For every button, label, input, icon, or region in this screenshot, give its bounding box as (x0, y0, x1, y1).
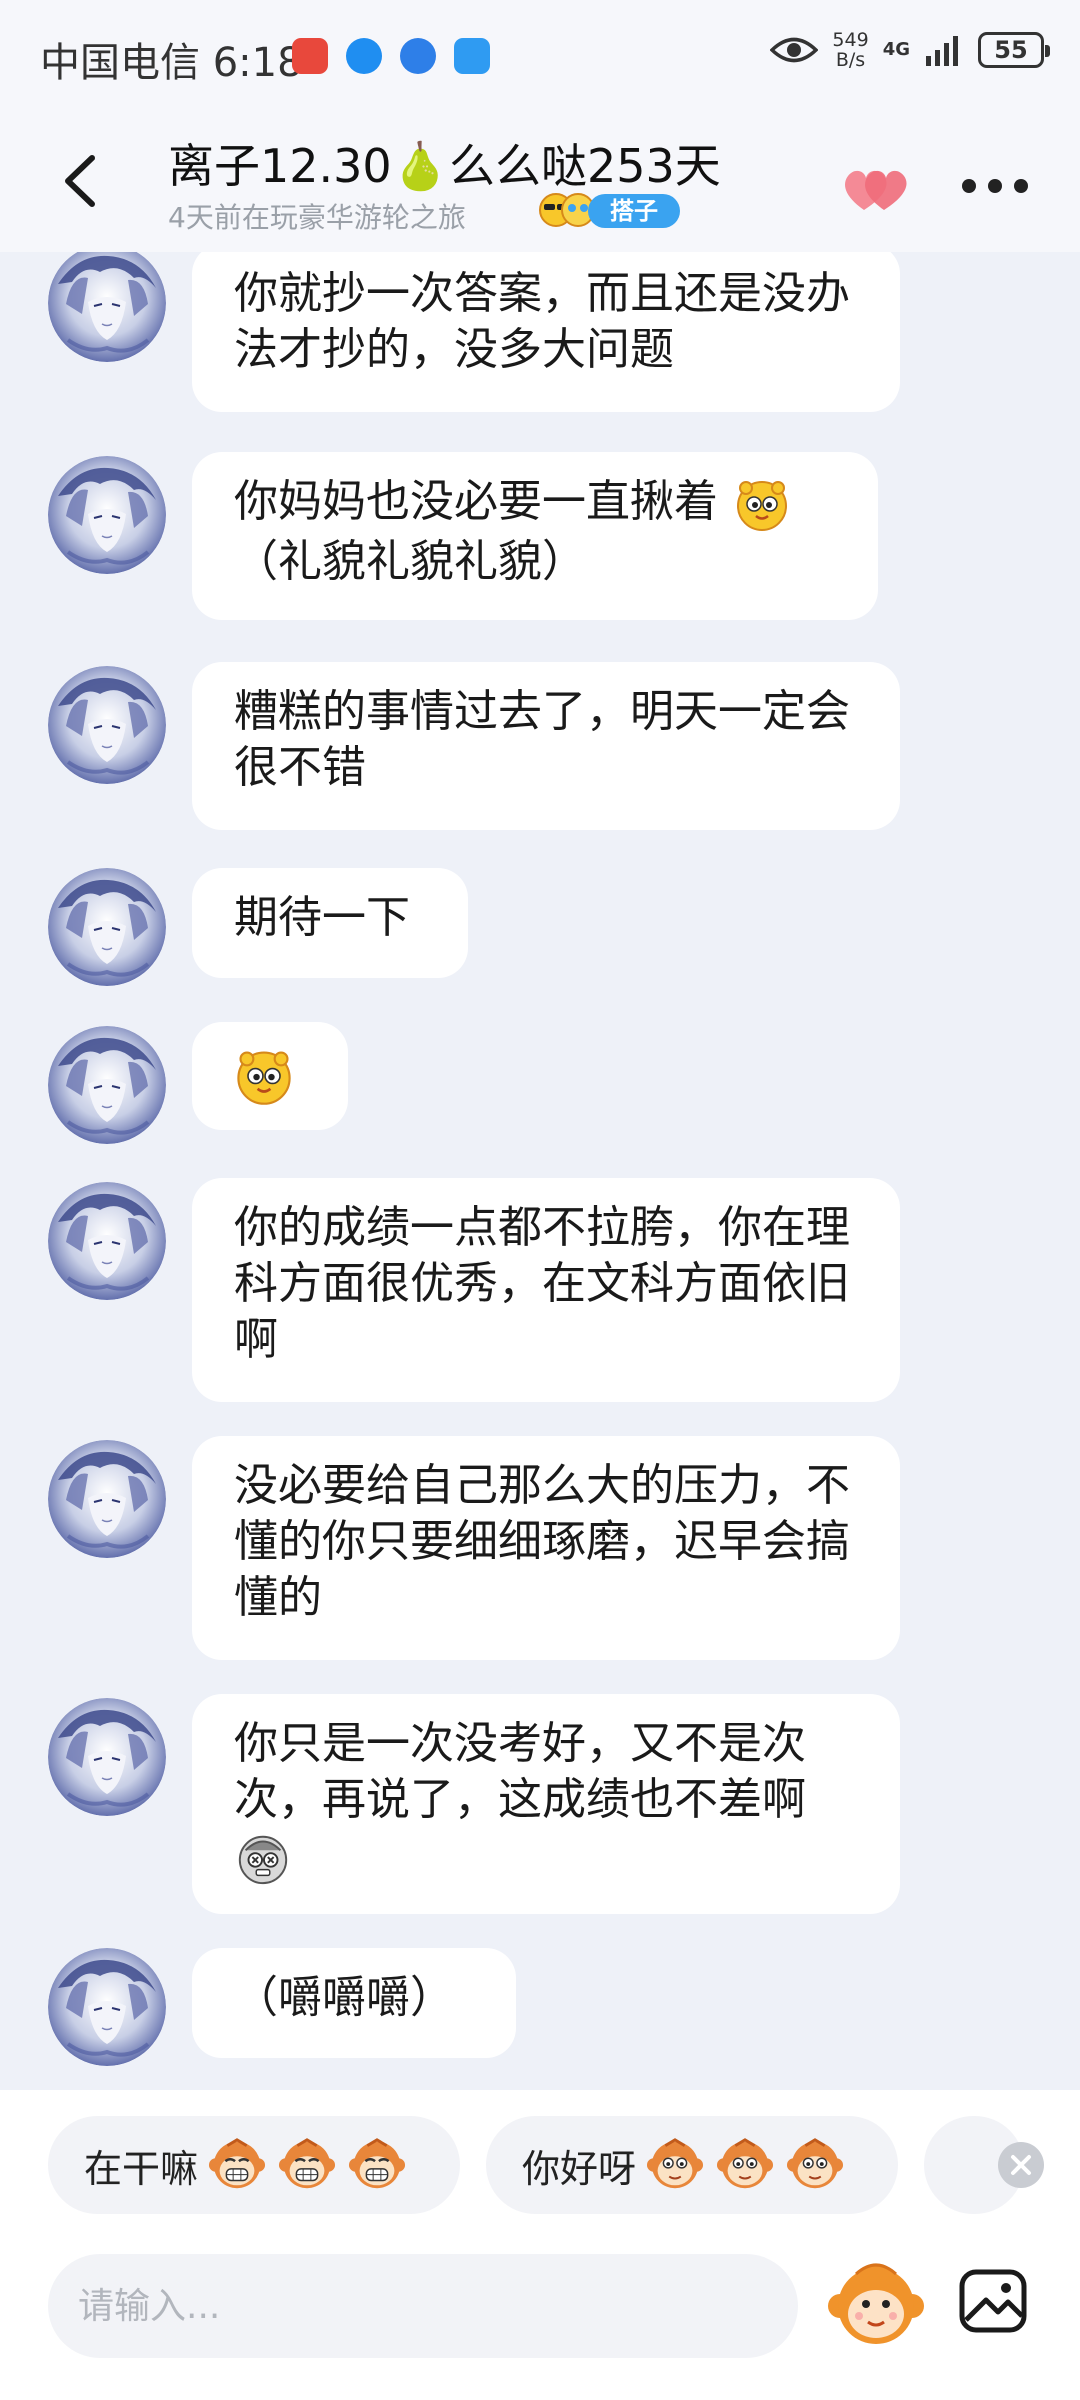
message-text-line2: （礼貌礼貌礼貌） (234, 536, 586, 587)
message-text: 你只是一次没考好，又不是次次，再说了，这成绩也不差啊 (234, 1718, 806, 1825)
message-text: 你就抄一次答案，而且还是没办法才抄的，没多大问题 (234, 268, 850, 375)
contact-avatar[interactable] (48, 868, 166, 986)
message-bubble[interactable]: 期待一下 (192, 868, 468, 978)
message-bubble[interactable] (192, 1022, 348, 1130)
message-text: 糟糕的事情过去了，明天一定会很不错 (234, 686, 850, 793)
dot (988, 179, 1002, 193)
quick-reply-label: 在干嘛 (84, 2146, 199, 2191)
message-bubble[interactable]: 你的成绩一点都不拉胯，你在理科方面很优秀，在文科方面依旧啊 (192, 1178, 900, 1402)
monkey-face-icon (716, 2136, 774, 2194)
monkey-face-icon (646, 2136, 704, 2194)
signal-bars-icon (926, 36, 958, 66)
yellow-smiley-icon (732, 474, 792, 534)
message-text: 你的成绩一点都不拉胯，你在理科方面很优秀，在文科方面依旧啊 (234, 1202, 850, 1365)
quick-reply-emojis (208, 2136, 406, 2194)
message-app-icon (454, 38, 490, 74)
mascot-icon[interactable] (826, 2252, 926, 2352)
contact-avatar[interactable] (48, 666, 166, 784)
contact-avatar[interactable] (48, 1182, 166, 1300)
grinning-monkey-icon (208, 2136, 266, 2194)
contact-avatar[interactable] (48, 456, 166, 574)
grinning-monkey-icon (278, 2136, 336, 2194)
globe-app-icon (400, 38, 436, 74)
huawei-store-icon (292, 38, 328, 74)
message-input[interactable] (48, 2254, 798, 2358)
monkey-face-icon (786, 2136, 844, 2194)
notification-app-icons (292, 38, 490, 74)
chat-title: 离子12.30🍐么么哒253天 (168, 139, 721, 193)
quick-reply-label: 你好呀 (522, 2146, 637, 2191)
status-bar: 中国电信 6:18 549 B/s 4G 55 (0, 0, 1080, 112)
close-x-glyph (1011, 2155, 1031, 2175)
input-bar (0, 2240, 1080, 2400)
browser-icon (346, 38, 382, 74)
dot (962, 179, 976, 193)
grinning-monkey-icon (348, 2136, 406, 2194)
message-text: 你妈妈也没必要一直揪着 (234, 476, 718, 527)
message-bubble[interactable]: 糟糕的事情过去了，明天一定会很不错 (192, 662, 900, 830)
eye-comfort-icon (770, 37, 819, 63)
quick-reply-chip[interactable]: 在干嘛 (48, 2116, 460, 2214)
message-bubble[interactable]: 你妈妈也没必要一直揪着 （礼貌礼貌礼貌） (192, 452, 878, 620)
message-bubble[interactable]: 你就抄一次答案，而且还是没办法才抄的，没多大问题 (192, 252, 900, 412)
dot (1014, 179, 1028, 193)
battery-indicator: 55 (978, 32, 1050, 68)
contact-avatar[interactable] (48, 1948, 166, 2066)
contact-avatar[interactable] (48, 252, 166, 362)
message-text: 期待一下 (234, 892, 410, 943)
message-bubble[interactable]: 你只是一次没考好，又不是次次，再说了，这成绩也不差啊 (192, 1694, 900, 1914)
network-speed: 549 B/s (832, 29, 869, 71)
quick-reply-chip[interactable]: 你好呀 (486, 2116, 898, 2214)
message-bubble[interactable]: （嚼嚼嚼） (192, 1948, 516, 2058)
chat-header: 离子12.30🍐么么哒253天 4天前在玩豪华游轮之旅 搭子 (0, 112, 1080, 252)
contact-avatar[interactable] (48, 1026, 166, 1144)
chat-subtitle: 4天前在玩豪华游轮之旅 (168, 201, 466, 234)
close-icon[interactable] (998, 2142, 1044, 2188)
quick-reply-bar[interactable]: 在干嘛 你好呀 (0, 2090, 1080, 2240)
quick-reply-emojis (646, 2136, 844, 2194)
message-text: （嚼嚼嚼） (234, 1972, 454, 2023)
carrier-time: 中国电信 6:18 (40, 40, 303, 86)
chat-message-list[interactable]: 你就抄一次答案，而且还是没办法才抄的，没多大问题 你妈妈也没必要一直揪着 （礼貌… (0, 252, 1080, 2090)
yellow-smiley-icon (232, 1044, 296, 1108)
more-dots-icon[interactable] (962, 176, 1028, 196)
chevron-left-icon[interactable] (52, 146, 112, 216)
double-heart-icon[interactable] (840, 160, 912, 216)
gray-dizzy-face-icon (234, 1829, 292, 1887)
network-type: 4G (882, 39, 910, 60)
message-bubble[interactable]: 没必要给自己那么大的压力，不懂的你只要细细琢磨，迟早会搞懂的 (192, 1436, 900, 1660)
contact-avatar[interactable] (48, 1698, 166, 1816)
contact-avatar[interactable] (48, 1440, 166, 1558)
status-indicators: 549 B/s 4G 55 (770, 29, 1050, 71)
relationship-tag-badge[interactable]: 搭子 (588, 194, 680, 228)
message-text: 没必要给自己那么大的压力，不懂的你只要细细琢磨，迟早会搞懂的 (234, 1460, 850, 1623)
gallery-icon[interactable] (958, 2264, 1030, 2336)
